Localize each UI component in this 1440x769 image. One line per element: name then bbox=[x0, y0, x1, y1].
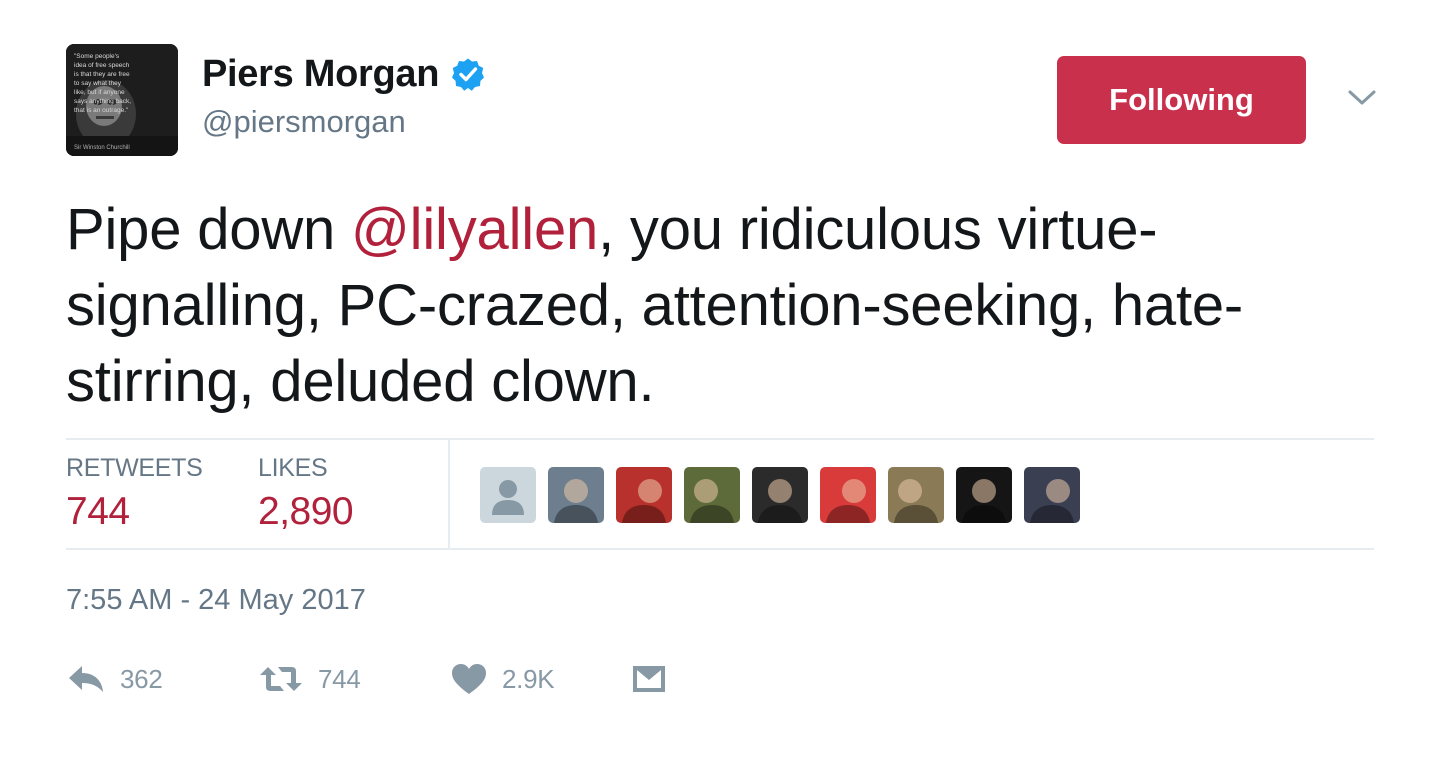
reply-icon bbox=[69, 666, 103, 692]
like-button[interactable]: 2.9K bbox=[450, 657, 555, 701]
user-photo bbox=[616, 467, 672, 523]
envelope-icon bbox=[633, 666, 665, 692]
retweet-count: 744 bbox=[318, 663, 361, 694]
user-photo bbox=[684, 467, 740, 523]
user-photo bbox=[888, 467, 944, 523]
liker-avatar[interactable] bbox=[548, 467, 604, 523]
reply-button[interactable]: 362 bbox=[66, 657, 163, 701]
heart-icon bbox=[452, 664, 486, 694]
reply-count: 362 bbox=[120, 663, 163, 694]
user-photo bbox=[820, 467, 876, 523]
user-photo bbox=[752, 467, 808, 523]
direct-message-button[interactable] bbox=[631, 657, 667, 701]
default-user-icon bbox=[480, 467, 536, 523]
author-display-name[interactable]: Piers Morgan bbox=[202, 53, 439, 96]
author-avatar[interactable]: "Some people's idea of free speech is that… bbox=[66, 44, 178, 156]
retweet-icon bbox=[260, 667, 302, 691]
liker-avatar[interactable] bbox=[752, 467, 808, 523]
avatar-quote-line: "Some people's bbox=[74, 53, 120, 60]
avatar-quote-line: is that they are free bbox=[74, 71, 130, 78]
avatar-quote-line: to say what they bbox=[74, 80, 122, 87]
avatar-quote-line: says anything back, bbox=[74, 98, 131, 105]
user-photo bbox=[548, 467, 604, 523]
likes-count: 2,890 bbox=[258, 490, 354, 533]
liker-avatar[interactable] bbox=[684, 467, 740, 523]
likes-label: LIKES bbox=[258, 454, 328, 482]
stats-bottom-divider bbox=[66, 548, 1374, 550]
user-photo bbox=[956, 467, 1012, 523]
retweets-label: RETWEETS bbox=[66, 454, 203, 482]
liker-avatar[interactable] bbox=[888, 467, 944, 523]
verified-badge-icon bbox=[452, 58, 485, 91]
liker-default-avatar[interactable] bbox=[480, 467, 536, 523]
chevron-down-icon[interactable] bbox=[1346, 86, 1378, 110]
churchill-quote-image: "Some people's idea of free speech is that… bbox=[66, 44, 178, 156]
avatar-quote-line: like, but if anyone bbox=[74, 89, 125, 96]
tweet-text: Pipe down @lilyallen, you ridiculous vir… bbox=[66, 192, 1376, 420]
likes-stat[interactable]: LIKES 2,890 bbox=[258, 452, 354, 540]
tweet-text-before: Pipe down bbox=[66, 197, 351, 262]
liker-avatar[interactable] bbox=[956, 467, 1012, 523]
stats-top-divider bbox=[66, 438, 1374, 440]
tweet-timestamp[interactable]: 7:55 AM - 24 May 2017 bbox=[66, 584, 366, 617]
retweets-stat[interactable]: RETWEETS 744 bbox=[66, 452, 203, 540]
liker-avatar[interactable] bbox=[820, 467, 876, 523]
stats-vertical-divider bbox=[448, 440, 450, 548]
following-button[interactable]: Following bbox=[1057, 56, 1306, 144]
liker-avatar[interactable] bbox=[1024, 467, 1080, 523]
retweets-count: 744 bbox=[66, 490, 130, 533]
mention-link[interactable]: @lilyallen bbox=[351, 197, 598, 262]
author-handle[interactable]: @piersmorgan bbox=[202, 104, 406, 140]
avatar-quote-line: idea of free speech bbox=[74, 62, 130, 69]
avatar-caption: Sir Winston Churchill bbox=[74, 145, 130, 151]
avatar-quote-line: that is an outrage." bbox=[74, 107, 129, 114]
retweet-button[interactable]: 744 bbox=[258, 657, 361, 701]
like-count: 2.9K bbox=[502, 663, 555, 694]
liker-avatar[interactable] bbox=[616, 467, 672, 523]
likers-avatar-list bbox=[480, 467, 1092, 523]
user-photo bbox=[1024, 467, 1080, 523]
